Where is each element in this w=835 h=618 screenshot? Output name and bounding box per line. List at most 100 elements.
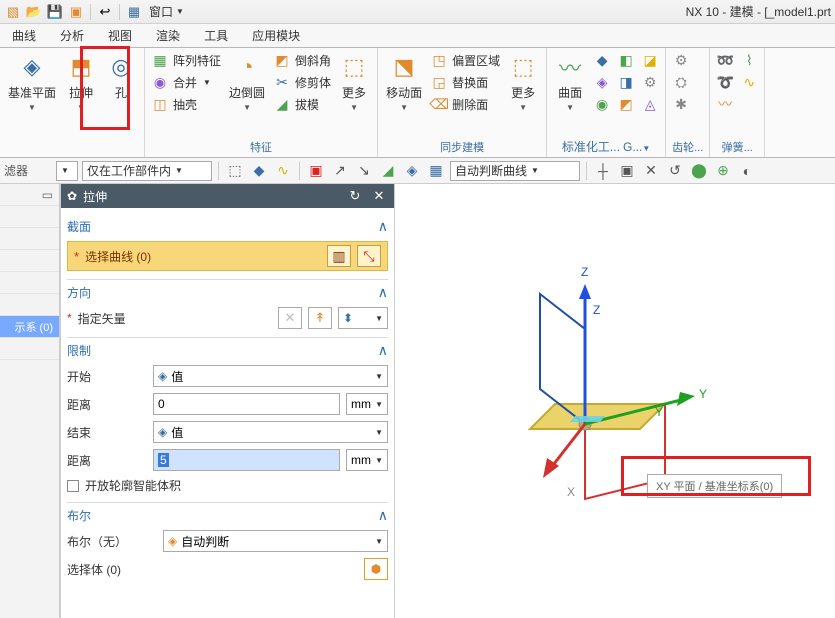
tool-h-icon[interactable]: ◈ xyxy=(402,161,422,181)
std-3[interactable]: ◉ xyxy=(593,94,611,114)
tool-k-icon[interactable]: ▣ xyxy=(617,161,637,181)
dialog-titlebar[interactable]: ✿ 拉伸 ↻ ✕ xyxy=(61,184,394,208)
combine-button[interactable]: ◉合并▼ xyxy=(151,72,221,92)
start-type-dropdown[interactable]: ◈值▼ xyxy=(153,365,388,387)
tool-l-icon[interactable]: ✕ xyxy=(641,161,661,181)
group-label-sync[interactable]: 同步建模 xyxy=(384,137,540,157)
qat-undo-icon[interactable]: ↩ xyxy=(96,3,114,21)
group-label-features[interactable]: 特征 xyxy=(151,137,371,157)
tool-a-icon[interactable]: ⬚ xyxy=(225,161,245,181)
gear-2[interactable]: ⛭ xyxy=(672,72,690,92)
group-label-std[interactable]: 标准化工... G...▼ xyxy=(553,136,659,157)
curve-mode-combo[interactable]: 自动判断曲线▼ xyxy=(450,161,580,181)
menu-curve[interactable]: 曲线 xyxy=(0,24,48,47)
spring-1[interactable]: ➿ xyxy=(716,50,734,70)
group-label-gear[interactable]: 齿轮... xyxy=(672,137,703,157)
menu-render[interactable]: 渲染 xyxy=(144,24,192,47)
curve-rule-icon[interactable]: ⤡ xyxy=(357,245,381,267)
select-body-button[interactable]: ⬢ xyxy=(364,558,388,580)
qat-box-icon[interactable]: ▣ xyxy=(67,3,85,21)
vector-reverse-button[interactable]: ✕ xyxy=(278,307,302,329)
surface-icon: 〰 xyxy=(555,52,585,82)
vector-infer-button[interactable]: ↟ xyxy=(308,307,332,329)
spring-3[interactable]: 〰 xyxy=(716,94,734,114)
group-label-spring[interactable]: 弹簧... xyxy=(716,137,758,157)
spring-2[interactable]: ➰ xyxy=(716,72,734,92)
rail-pin-icon[interactable]: ▭ xyxy=(42,188,53,202)
sketch-section-icon[interactable]: ▥ xyxy=(327,245,351,267)
gear-3[interactable]: ✱ xyxy=(672,94,690,114)
tool-f-icon[interactable]: ↘ xyxy=(354,161,374,181)
section-header-profile[interactable]: 截面∧ xyxy=(67,214,388,237)
replace-face-button[interactable]: ◲替换面 xyxy=(430,72,500,92)
shell-button[interactable]: ◫抽壳 xyxy=(151,94,221,114)
vector-type-dropdown[interactable]: ⬍▼ xyxy=(338,307,388,329)
draft-button[interactable]: ◢拔模 xyxy=(273,94,331,114)
qat-open-icon[interactable]: 📂 xyxy=(25,3,43,21)
extrude-button[interactable]: ⬒ 拉伸▼ xyxy=(64,50,98,114)
tool-n-icon[interactable]: ⬤ xyxy=(689,161,709,181)
datum-plane-button[interactable]: ◈ 基准平面▼ xyxy=(6,50,58,114)
start-distance-input[interactable]: 0 xyxy=(153,393,340,415)
spring-5[interactable]: ∿ xyxy=(740,72,758,92)
qat-layers-icon[interactable]: ▦ xyxy=(125,3,143,21)
select-curve-row[interactable]: * 选择曲线 (0) ▥ ⤡ xyxy=(67,241,388,271)
tool-c-icon[interactable]: ∿ xyxy=(273,161,293,181)
tool-g-icon[interactable]: ◢ xyxy=(378,161,398,181)
tool-b-icon[interactable]: ◆ xyxy=(249,161,269,181)
tool-d-icon[interactable]: ▣ xyxy=(306,161,326,181)
section-header-limits[interactable]: 限制∧ xyxy=(67,337,388,361)
tool-m-icon[interactable]: ↺ xyxy=(665,161,685,181)
qat-new-icon[interactable]: ▧ xyxy=(4,3,22,21)
tool-j-icon[interactable]: ┼ xyxy=(593,161,613,181)
more-features-button[interactable]: ⬚ 更多▼ xyxy=(337,50,371,114)
open-profile-checkbox[interactable]: 开放轮廓智能体积 xyxy=(67,477,388,494)
menu-app[interactable]: 应用模块 xyxy=(240,24,312,47)
std-4[interactable]: ◧ xyxy=(617,50,635,70)
std-9[interactable]: ◬ xyxy=(641,94,659,114)
end-distance-input[interactable]: 5 xyxy=(153,449,340,471)
section-header-boolean[interactable]: 布尔∧ xyxy=(67,502,388,526)
spring-4[interactable]: ⌇ xyxy=(740,50,758,70)
tool-p-icon[interactable]: ◐ xyxy=(737,161,757,181)
dialog-close-icon[interactable]: ✕ xyxy=(370,187,388,205)
dialog-reset-icon[interactable]: ↻ xyxy=(346,187,364,205)
hole-button[interactable]: ◎ 孔 xyxy=(104,50,138,103)
std-2[interactable]: ◈ xyxy=(593,72,611,92)
end-unit-dropdown[interactable]: mm▼ xyxy=(346,449,388,471)
surface-button[interactable]: 〰 曲面▼ xyxy=(553,50,587,114)
viewport-3d[interactable]: Z Z Y Y X XY 平面 / 基准坐标系(0) xyxy=(395,184,835,618)
std-8[interactable]: ⚙ xyxy=(641,72,659,92)
gear-1[interactable]: ⚙ xyxy=(672,50,690,70)
std-1[interactable]: ◆ xyxy=(593,50,611,70)
chamfer-button[interactable]: ◩倒斜角 xyxy=(273,50,331,70)
end-type-dropdown[interactable]: ◈值▼ xyxy=(153,421,388,443)
tool-o-icon[interactable]: ⊕ xyxy=(713,161,733,181)
start-unit-dropdown[interactable]: mm▼ xyxy=(346,393,388,415)
rail-item-csys[interactable]: 示系 (0) xyxy=(0,316,59,338)
pattern-button[interactable]: ▦阵列特征 xyxy=(151,50,221,70)
edge-blend-button[interactable]: ◔ 边倒圆▼ xyxy=(227,50,267,114)
boolean-dropdown[interactable]: ◈自动判断▼ xyxy=(163,530,388,552)
menu-analysis[interactable]: 分析 xyxy=(48,24,96,47)
tool-i-icon[interactable]: ▦ xyxy=(426,161,446,181)
menu-tools[interactable]: 工具 xyxy=(192,24,240,47)
specify-vector-label: 指定矢量 xyxy=(78,310,126,327)
filter-combo[interactable]: ▼ xyxy=(56,161,78,181)
window-menu[interactable]: 窗口▼ xyxy=(149,3,184,20)
std-7[interactable]: ◪ xyxy=(641,50,659,70)
std-5[interactable]: ◨ xyxy=(617,72,635,92)
gear-icon2: ⛭ xyxy=(672,73,690,91)
more-sync-button[interactable]: ⬚ 更多▼ xyxy=(506,50,540,114)
scope-combo[interactable]: 仅在工作部件内▼ xyxy=(82,161,212,181)
offset-region-button[interactable]: ◳偏置区域 xyxy=(430,50,500,70)
trim-button[interactable]: ✂修剪体 xyxy=(273,72,331,92)
delete-face-button[interactable]: ⌫删除面 xyxy=(430,94,500,114)
move-face-button[interactable]: ⬔ 移动面▼ xyxy=(384,50,424,114)
gear-icon3: ✱ xyxy=(672,95,690,113)
section-header-direction[interactable]: 方向∧ xyxy=(67,279,388,303)
qat-save-icon[interactable]: 💾 xyxy=(46,3,64,21)
tool-e-icon[interactable]: ↗ xyxy=(330,161,350,181)
std-6[interactable]: ◩ xyxy=(617,94,635,114)
menu-view[interactable]: 视图 xyxy=(96,24,144,47)
